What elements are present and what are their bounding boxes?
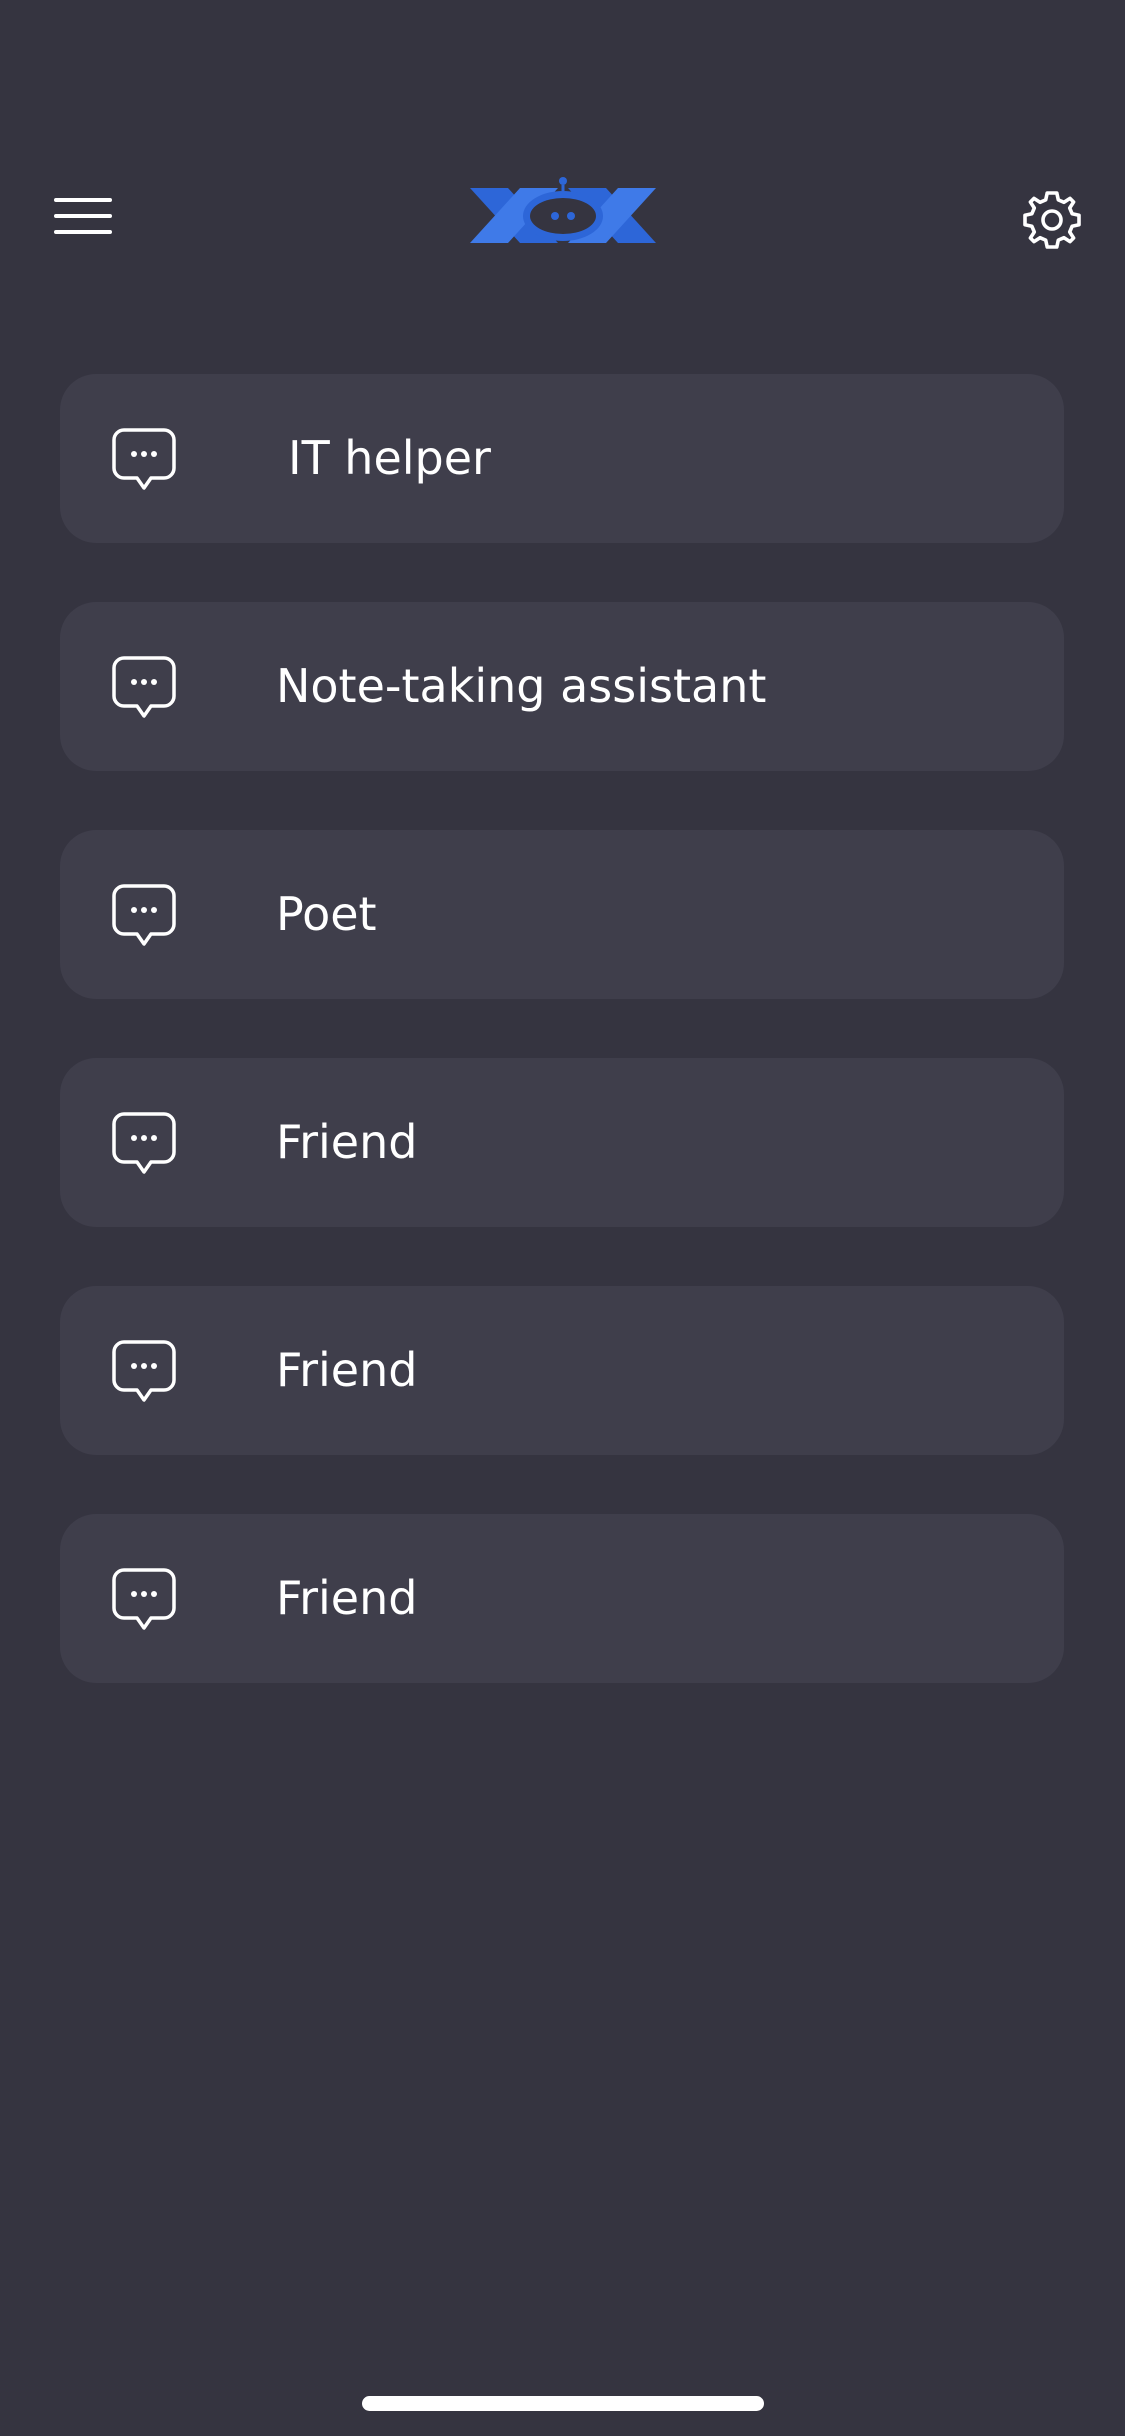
chat-bubble-icon (112, 428, 176, 490)
chat-bubble-icon (112, 656, 176, 718)
chat-item-label: Poet (276, 887, 377, 941)
hamburger-menu-icon[interactable] (52, 196, 116, 236)
chat-item-label: Friend (276, 1115, 418, 1169)
chat-item-label: Note-taking assistant (276, 659, 767, 713)
gear-icon[interactable] (1016, 184, 1088, 256)
chat-item-note-taking-assistant[interactable]: Note-taking assistant (60, 602, 1064, 771)
home-indicator[interactable] (362, 2396, 764, 2411)
chat-bubble-icon (112, 1568, 176, 1630)
chat-bubble-icon (112, 1112, 176, 1174)
chat-item-label: Friend (276, 1571, 418, 1625)
chat-item-it-helper[interactable]: IT helper (60, 374, 1064, 543)
chat-bubble-icon (112, 1340, 176, 1402)
chat-item-poet[interactable]: Poet (60, 830, 1064, 999)
chat-bubble-icon (112, 884, 176, 946)
app-header (0, 0, 1125, 300)
chat-item-friend[interactable]: Friend (60, 1514, 1064, 1683)
app-logo-icon (470, 177, 656, 243)
chat-item-label: Friend (276, 1343, 418, 1397)
chat-item-friend[interactable]: Friend (60, 1058, 1064, 1227)
chat-item-label: IT helper (288, 431, 491, 485)
chat-list: IT helper Note-taking assistant Poet Fri… (60, 374, 1064, 1742)
chat-item-friend[interactable]: Friend (60, 1286, 1064, 1455)
